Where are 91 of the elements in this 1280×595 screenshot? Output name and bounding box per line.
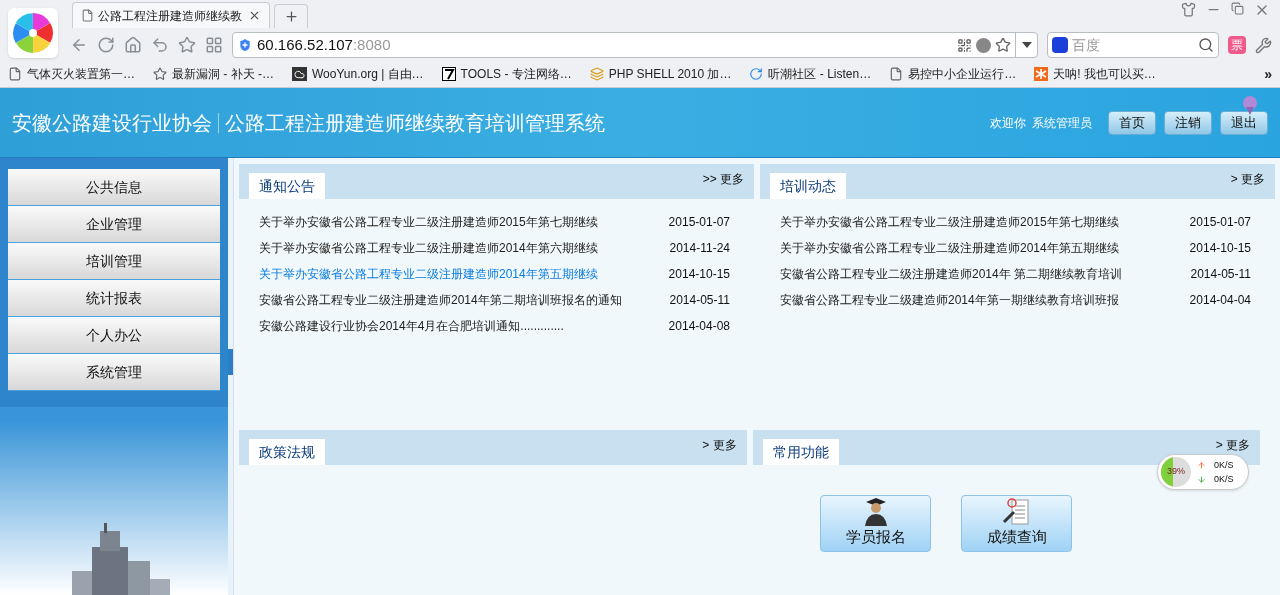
sidebar-item[interactable]: 企业管理 [8, 206, 220, 243]
function-button[interactable]: 学员报名 [820, 495, 932, 552]
qr-code-icon[interactable] [957, 37, 972, 53]
caret-icon [1021, 42, 1032, 48]
panel-title: 通知公告 [249, 173, 325, 199]
panel-title: 培训动态 [770, 173, 846, 199]
page-icon [81, 9, 94, 22]
close-icon[interactable] [248, 9, 261, 22]
notice-date: 2015-01-07 [668, 214, 731, 231]
cloud-icon [292, 67, 307, 81]
sidebar-item[interactable]: 系统管理 [8, 354, 220, 391]
address-bar[interactable]: 60.166.52.107:8080 [232, 32, 1038, 58]
browser-logo[interactable] [8, 8, 58, 58]
home-icon[interactable] [124, 36, 142, 54]
upload-speed: 0K/S [1214, 459, 1234, 472]
notice-date: 2014-05-11 [669, 292, 731, 309]
star-icon[interactable] [178, 36, 196, 54]
bookmark[interactable]: 听潮社区 - Listen… [749, 65, 872, 83]
bookmark[interactable]: 气体灭火装置第一… [8, 65, 135, 83]
header-button[interactable]: 退出 [1220, 110, 1268, 135]
bookmark[interactable]: PHP SHELL 2010 加… [589, 65, 732, 83]
page-icon [8, 67, 22, 81]
bookmark[interactable]: 最新漏洞 - 补天 -… [153, 65, 274, 83]
undo-icon[interactable] [151, 36, 169, 54]
tab-title: 公路工程注册建造师继续教 [98, 7, 243, 25]
settings-icon[interactable] [1255, 36, 1272, 54]
organization-name: 安徽公路建设行业协会 [12, 110, 212, 136]
notice-date: 2014-11-24 [669, 240, 731, 257]
graduate-icon [862, 496, 889, 526]
search-placeholder: 百度 [1072, 35, 1101, 55]
plus-icon [283, 9, 299, 24]
layers-icon [589, 67, 604, 81]
notice-link[interactable]: 安徽省公路工程专业二级注册建造师2014年第二期培训班报名的通知 [259, 291, 622, 309]
notice-link[interactable]: 关于举办安徽省公路工程专业二级注册建造师2015年第七期继续 [259, 213, 598, 231]
function-button[interactable]: 成绩查询 [961, 495, 1073, 552]
notice-date: 2014-10-15 [668, 266, 731, 283]
panel-title: 常用功能 [762, 439, 839, 465]
back-icon[interactable] [70, 36, 88, 54]
asterisk-icon [1034, 67, 1049, 81]
notice-date: 2015-01-07 [1189, 214, 1252, 231]
skin-icon[interactable] [1181, 2, 1196, 17]
bookmark[interactable]: TOOLS - 专注网络… [441, 65, 572, 83]
balloon-icon [1242, 96, 1258, 116]
bookmark[interactable]: WooYun.org | 自由… [292, 65, 424, 83]
sidebar-item[interactable]: 统计报表 [8, 280, 220, 317]
notice-link[interactable]: 关于举办安徽省公路工程专业二级注册建造师2014年第五期继续 [259, 265, 598, 283]
bookmark[interactable]: 易控中小企业运行… [889, 65, 1017, 83]
more-link[interactable]: > 更多 [702, 436, 737, 454]
notice-link[interactable]: 安徽省公路工程专业二级建造师2014年第一期继续教育培训班报 [780, 291, 1119, 309]
panel-title: 政策法规 [249, 439, 325, 465]
new-tab-button[interactable] [274, 4, 308, 28]
browser-tab[interactable]: 公路工程注册建造师继续教 [72, 2, 270, 28]
notice-link[interactable]: 安徽省公路工程专业二级注册建造师2014年 第二期继续教育培训 [780, 265, 1123, 283]
notice-link[interactable]: 关于举办安徽省公路工程专业二级注册建造师2015年第七期继续 [780, 213, 1119, 231]
bookmark[interactable]: 天呐! 我也可以买… [1034, 65, 1156, 83]
more-link[interactable]: > 更多 [1230, 170, 1265, 188]
url-port: :8080 [352, 34, 391, 55]
sidebar-item[interactable]: 个人办公 [8, 317, 220, 354]
header-button[interactable]: 注销 [1164, 110, 1212, 135]
system-title: 公路工程注册建造师继续教育培训管理系统 [225, 110, 605, 136]
seven-icon [441, 67, 456, 81]
sidebar-item[interactable]: 培训管理 [8, 243, 220, 280]
more-link[interactable]: > 更多 [1215, 436, 1250, 454]
upload-icon [1197, 460, 1206, 470]
sidebar-item[interactable]: 公共信息 [8, 169, 220, 206]
swirl-icon [749, 67, 764, 81]
notice-date: 2014-04-08 [668, 318, 731, 335]
notice-date: 2014-04-04 [1189, 292, 1252, 309]
shield-icon [237, 37, 253, 53]
notice-link[interactable]: 关于举办安徽省公路工程专业二级注册建造师2014年第五期继续 [780, 239, 1119, 257]
header-button[interactable]: 首页 [1108, 110, 1156, 135]
more-link[interactable]: >> 更多 [702, 170, 744, 188]
star-icon[interactable] [995, 37, 1011, 53]
restore-icon[interactable] [1231, 2, 1244, 15]
notice-date: 2014-05-11 [1190, 266, 1252, 283]
url-host: 60.166.52.107 [257, 34, 353, 55]
refresh-icon[interactable] [97, 36, 115, 54]
grid-icon[interactable] [205, 36, 223, 54]
notice-link[interactable]: 安徽公路建设行业协会2014年4月在合肥培训通知............. [259, 317, 564, 335]
download-icon [1197, 474, 1206, 484]
star-icon [153, 67, 167, 81]
page-icon [889, 67, 904, 81]
download-speed: 0K/S [1214, 473, 1234, 486]
welcome-text: 欢迎你 [990, 114, 1026, 132]
report-icon [1001, 497, 1032, 526]
splitter-handle[interactable] [228, 348, 233, 375]
notice-link[interactable]: 关于举办安徽省公路工程专业二级注册建造师2014年第六期继续 [259, 239, 598, 257]
search-icon[interactable] [1198, 37, 1214, 53]
user-name: 系统管理员 [1032, 114, 1092, 132]
notice-date: 2014-10-15 [1189, 240, 1252, 257]
more-bookmarks[interactable]: » [1264, 63, 1272, 85]
